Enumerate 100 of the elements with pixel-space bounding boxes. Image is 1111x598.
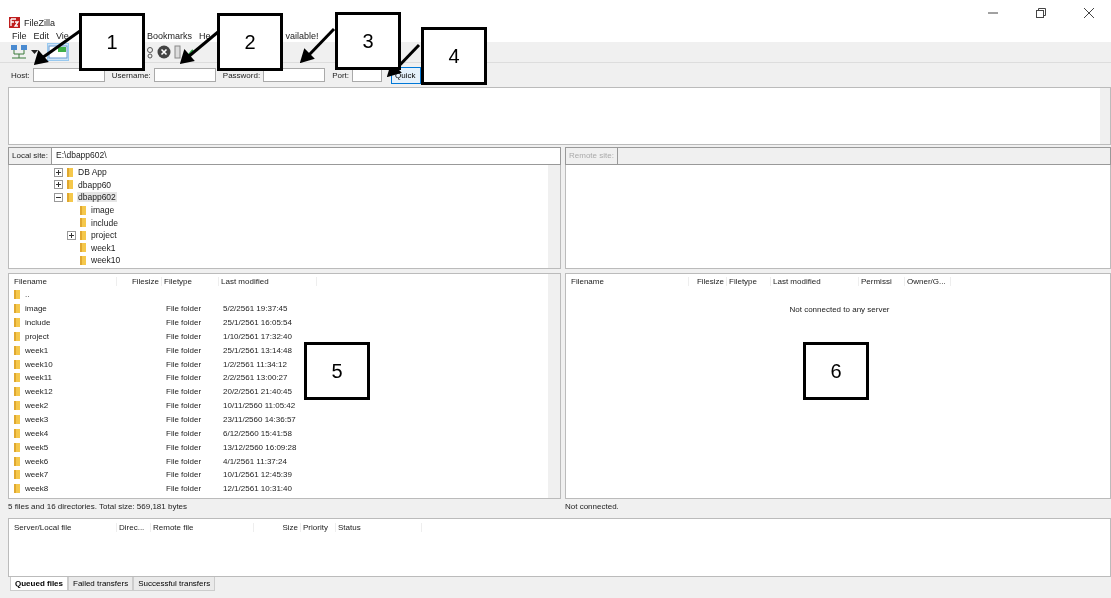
caret-icon[interactable]: [31, 50, 38, 54]
username-field[interactable]: [153, 68, 216, 82]
password-field[interactable]: [263, 68, 326, 82]
column-header[interactable]: Size: [254, 522, 301, 532]
column-header[interactable]: Filetype: [162, 276, 219, 286]
table-cell: 2/2/2561 13:00:27: [223, 373, 288, 383]
menu-item[interactable]: File: [12, 31, 27, 41]
host-label: Host:: [11, 70, 30, 80]
file-name[interactable]: week1: [25, 345, 49, 355]
file-name[interactable]: week8: [25, 484, 49, 494]
compare-icon[interactable]: [174, 44, 196, 60]
column-header[interactable]: Status: [336, 522, 422, 532]
table-cell: 10/11/2560 11:05:42: [223, 401, 296, 411]
tree-item[interactable]: DB App: [77, 167, 108, 178]
callout-label: 1: [79, 13, 145, 71]
table-cell: 5/2/2561 19:37:45: [223, 304, 288, 314]
username-label: Username:: [111, 70, 151, 80]
file-name[interactable]: week6: [25, 456, 49, 466]
column-header[interactable]: Filename: [12, 276, 117, 286]
tree-item[interactable]: project: [90, 230, 118, 241]
local-status-text: 5 files and 16 directories. Total size: 569,181 bytes: [8, 502, 188, 511]
table-cell: 23/11/2560 14:36:57: [223, 415, 296, 424]
file-name[interactable]: week4: [25, 428, 49, 438]
column-header[interactable]: Last modified: [219, 276, 317, 286]
restore-icon[interactable]: [1036, 7, 1046, 18]
callout-label: 3: [335, 12, 401, 70]
file-name[interactable]: include: [25, 318, 51, 328]
tree-item[interactable]: include: [90, 217, 119, 228]
tree-item[interactable]: dbapp60: [77, 179, 113, 190]
column-header[interactable]: Last modified: [771, 276, 859, 286]
scrollbar[interactable]: [548, 274, 560, 498]
file-name[interactable]: week7: [25, 470, 49, 480]
file-name[interactable]: week3: [25, 415, 49, 424]
tree-item[interactable]: week1: [90, 242, 117, 253]
port-label: Port:: [332, 70, 350, 80]
column-header[interactable]: Filetype: [727, 276, 771, 286]
column-header[interactable]: Filename: [569, 276, 689, 286]
table-cell: 25/1/2561 13:14:48: [223, 345, 292, 355]
tree-item[interactable]: dbapp602: [77, 192, 117, 203]
column-header[interactable]: Owner/G...: [905, 276, 951, 286]
table-cell: File folder: [166, 318, 202, 328]
expander-icon[interactable]: [54, 167, 63, 177]
menu-item[interactable]: Edit: [33, 31, 50, 41]
file-name[interactable]: week12: [25, 387, 53, 397]
file-name[interactable]: week11: [25, 373, 52, 383]
callout-label: 2: [217, 13, 283, 71]
column-header[interactable]: Remote file: [151, 522, 254, 532]
scrollbar[interactable]: [548, 165, 560, 268]
table-cell: 1/2/2561 11:34:12: [223, 359, 287, 369]
file-name[interactable]: week5: [25, 442, 49, 452]
expander-icon[interactable]: [54, 193, 63, 202]
menu-item[interactable]: He: [198, 31, 211, 41]
scrollbar[interactable]: [1100, 88, 1110, 144]
menu-item[interactable]: Vie: [56, 31, 69, 41]
close-icon[interactable]: [1084, 7, 1094, 18]
table-cell: 20/2/2561 21:40:45: [223, 387, 292, 397]
not-connected-message: Not connected to any server: [789, 305, 890, 314]
tree-item[interactable]: image: [90, 205, 116, 216]
table-cell: File folder: [166, 401, 202, 411]
table-cell: File folder: [166, 442, 202, 452]
queue-tab[interactable]: Failed transfers: [68, 577, 134, 591]
file-name[interactable]: ..: [25, 290, 30, 300]
expander-icon[interactable]: [54, 180, 63, 190]
table-cell: File folder: [166, 415, 202, 424]
remote-status-text: Not connected.: [565, 502, 619, 511]
callout-label: 6: [803, 342, 869, 400]
table-cell: File folder: [166, 331, 202, 341]
table-cell: File folder: [166, 304, 202, 314]
password-label: Password:: [222, 70, 261, 80]
table-cell: 10/1/2561 12:45:39: [223, 470, 292, 480]
column-header[interactable]: Priority: [301, 522, 336, 532]
column-header[interactable]: Server/Local file: [12, 522, 117, 532]
queue-tab[interactable]: Queued files: [10, 577, 68, 591]
table-cell: File folder: [166, 470, 202, 480]
host-field[interactable]: [32, 68, 105, 82]
table-cell: File folder: [166, 345, 202, 355]
table-cell: 6/12/2560 15:41:58: [223, 428, 292, 438]
column-header[interactable]: Filesize: [689, 276, 727, 286]
queue-tab[interactable]: Successful transfers: [133, 577, 216, 591]
tree-item[interactable]: week10: [90, 255, 122, 266]
window-title: FileZilla: [24, 18, 55, 28]
column-header[interactable]: Direc...: [117, 522, 151, 532]
table-cell: File folder: [166, 456, 202, 466]
file-name[interactable]: project: [25, 331, 49, 341]
cancel-icon[interactable]: [157, 45, 171, 59]
callout-label: 5: [304, 342, 370, 400]
table-cell: File folder: [166, 373, 202, 383]
menu-item[interactable]: vailable!: [285, 31, 319, 41]
column-header[interactable]: Permissi: [859, 276, 905, 286]
table-cell: File folder: [166, 484, 202, 494]
menu-item[interactable]: Bookmarks: [146, 31, 192, 41]
table-cell: 13/12/2560 16:09:28: [223, 442, 297, 452]
expander-icon[interactable]: [67, 230, 76, 240]
file-name[interactable]: week2: [25, 401, 49, 411]
file-name[interactable]: week10: [25, 359, 53, 369]
file-name[interactable]: image: [25, 304, 47, 314]
callout-label: 4: [421, 27, 487, 85]
table-cell: File folder: [166, 387, 202, 397]
column-header[interactable]: Filesize: [117, 276, 162, 286]
table-cell: File folder: [166, 428, 202, 438]
